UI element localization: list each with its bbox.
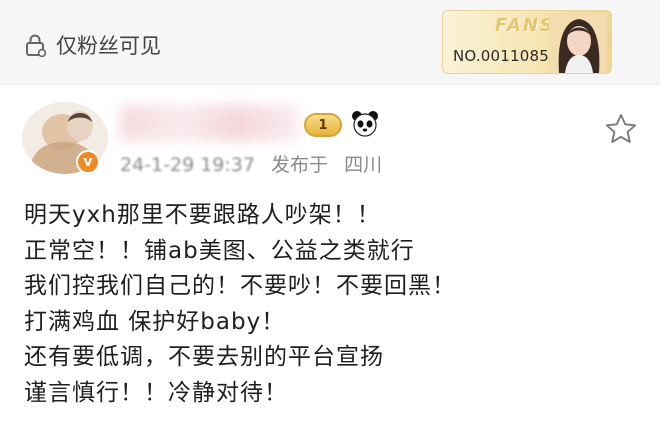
visibility-label: 仅粉丝可见 xyxy=(56,34,161,58)
verified-badge-icon: v xyxy=(76,150,100,174)
visibility-indicator: 仅粉丝可见 xyxy=(22,30,161,60)
star-icon[interactable] xyxy=(604,112,638,146)
post-line: 谨言慎行！！冷静对待！ xyxy=(24,379,288,406)
lock-icon xyxy=(26,34,47,58)
post-line: 明天yxh那里不要跟路人吵架！！ xyxy=(24,202,381,228)
post-timestamp: 24-1-29 19:37 xyxy=(120,154,255,176)
post-meta: 24-1-29 19:37 发布于 四川 xyxy=(120,150,382,177)
fans-number: NO.0011085 xyxy=(453,47,549,65)
post-line: 还有要低调，不要去别的平台宣扬 xyxy=(24,344,384,370)
post-line: 正常空！！铺ab美图、公益之类就行 xyxy=(24,237,415,264)
top-bar: 仅粉丝可见 FANS NO.0011085 xyxy=(0,0,660,84)
post-line: 打满鸡血 保护好baby！ xyxy=(24,308,286,335)
fans-label: FANS xyxy=(495,15,555,36)
portrait-avatar xyxy=(549,13,607,73)
author-name-blurred[interactable] xyxy=(120,105,300,141)
post-line: 我们控我们自己的！不要吵！不要回黑！ xyxy=(24,273,456,299)
post-location: 四川 xyxy=(344,154,383,176)
header-divider xyxy=(0,84,660,85)
location-prefix: 发布于 xyxy=(271,154,329,176)
post-body: 明天yxh那里不要跟路人吵架！！ 正常空！！铺ab美图、公益之类就行 我们控我们… xyxy=(24,198,624,411)
level-badge: 1 xyxy=(304,113,342,137)
fans-card[interactable]: FANS NO.0011085 xyxy=(442,10,612,74)
panda-icon xyxy=(352,111,378,137)
